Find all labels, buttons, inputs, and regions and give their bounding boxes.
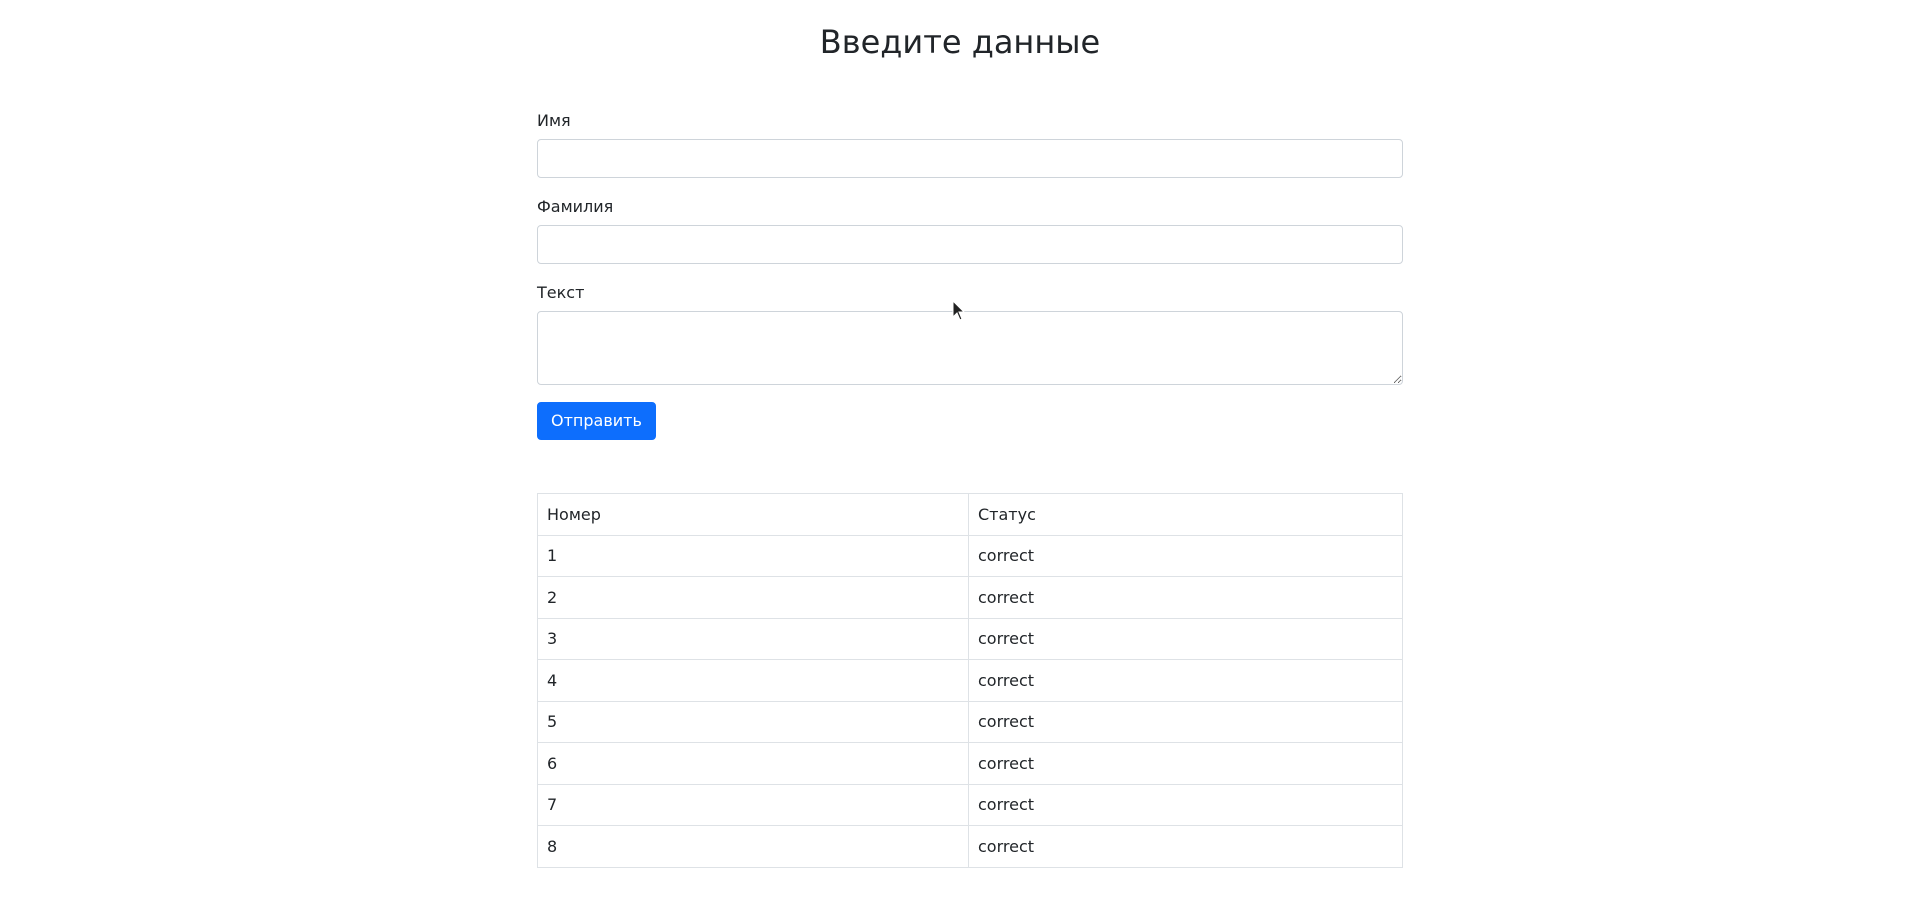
row-status-cell: correct	[968, 659, 1403, 702]
table-row: 3 correct	[537, 617, 1403, 660]
last-name-label: Фамилия	[537, 197, 614, 216]
page: Введите данные Имя Фамилия Текст Отправи…	[0, 0, 1920, 917]
row-number-cell: 2	[537, 576, 969, 619]
row-status-cell: correct	[968, 534, 1403, 577]
row-number-cell: 7	[537, 783, 969, 826]
mouse-pointer-icon	[952, 300, 966, 321]
table-row: 5 correct	[537, 700, 1403, 743]
row-status-cell: correct	[968, 700, 1403, 743]
row-status-cell: correct	[968, 742, 1403, 785]
table-header-row: Номер Статус	[537, 493, 1403, 536]
text-label: Текст	[537, 283, 585, 302]
page-title: Введите данные	[819, 23, 1101, 61]
column-header-number: Номер	[537, 493, 969, 536]
first-name-label: Имя	[537, 111, 571, 130]
submit-button[interactable]: Отправить	[537, 402, 656, 440]
row-number-cell: 1	[537, 534, 969, 577]
table-row: 4 correct	[537, 659, 1403, 702]
table-row: 2 correct	[537, 576, 1403, 619]
first-name-input[interactable]	[537, 139, 1403, 178]
row-status-cell: correct	[968, 576, 1403, 619]
results-table: Номер Статус 1 correct 2 correct 3 corre…	[537, 493, 1403, 868]
table-row: 6 correct	[537, 742, 1403, 785]
row-number-cell: 5	[537, 700, 969, 743]
row-number-cell: 3	[537, 617, 969, 660]
row-status-cell: correct	[968, 617, 1403, 660]
table-row: 1 correct	[537, 534, 1403, 577]
last-name-input[interactable]	[537, 225, 1403, 264]
row-number-cell: 6	[537, 742, 969, 785]
text-textarea[interactable]	[537, 311, 1403, 385]
row-number-cell: 4	[537, 659, 969, 702]
table-row: 8 correct	[537, 825, 1403, 868]
data-entry-form: Имя Фамилия Текст Отправить	[537, 110, 1403, 440]
column-header-status: Статус	[968, 493, 1403, 536]
table-row: 7 correct	[537, 783, 1403, 826]
row-status-cell: correct	[968, 825, 1403, 868]
row-status-cell: correct	[968, 783, 1403, 826]
row-number-cell: 8	[537, 825, 969, 868]
